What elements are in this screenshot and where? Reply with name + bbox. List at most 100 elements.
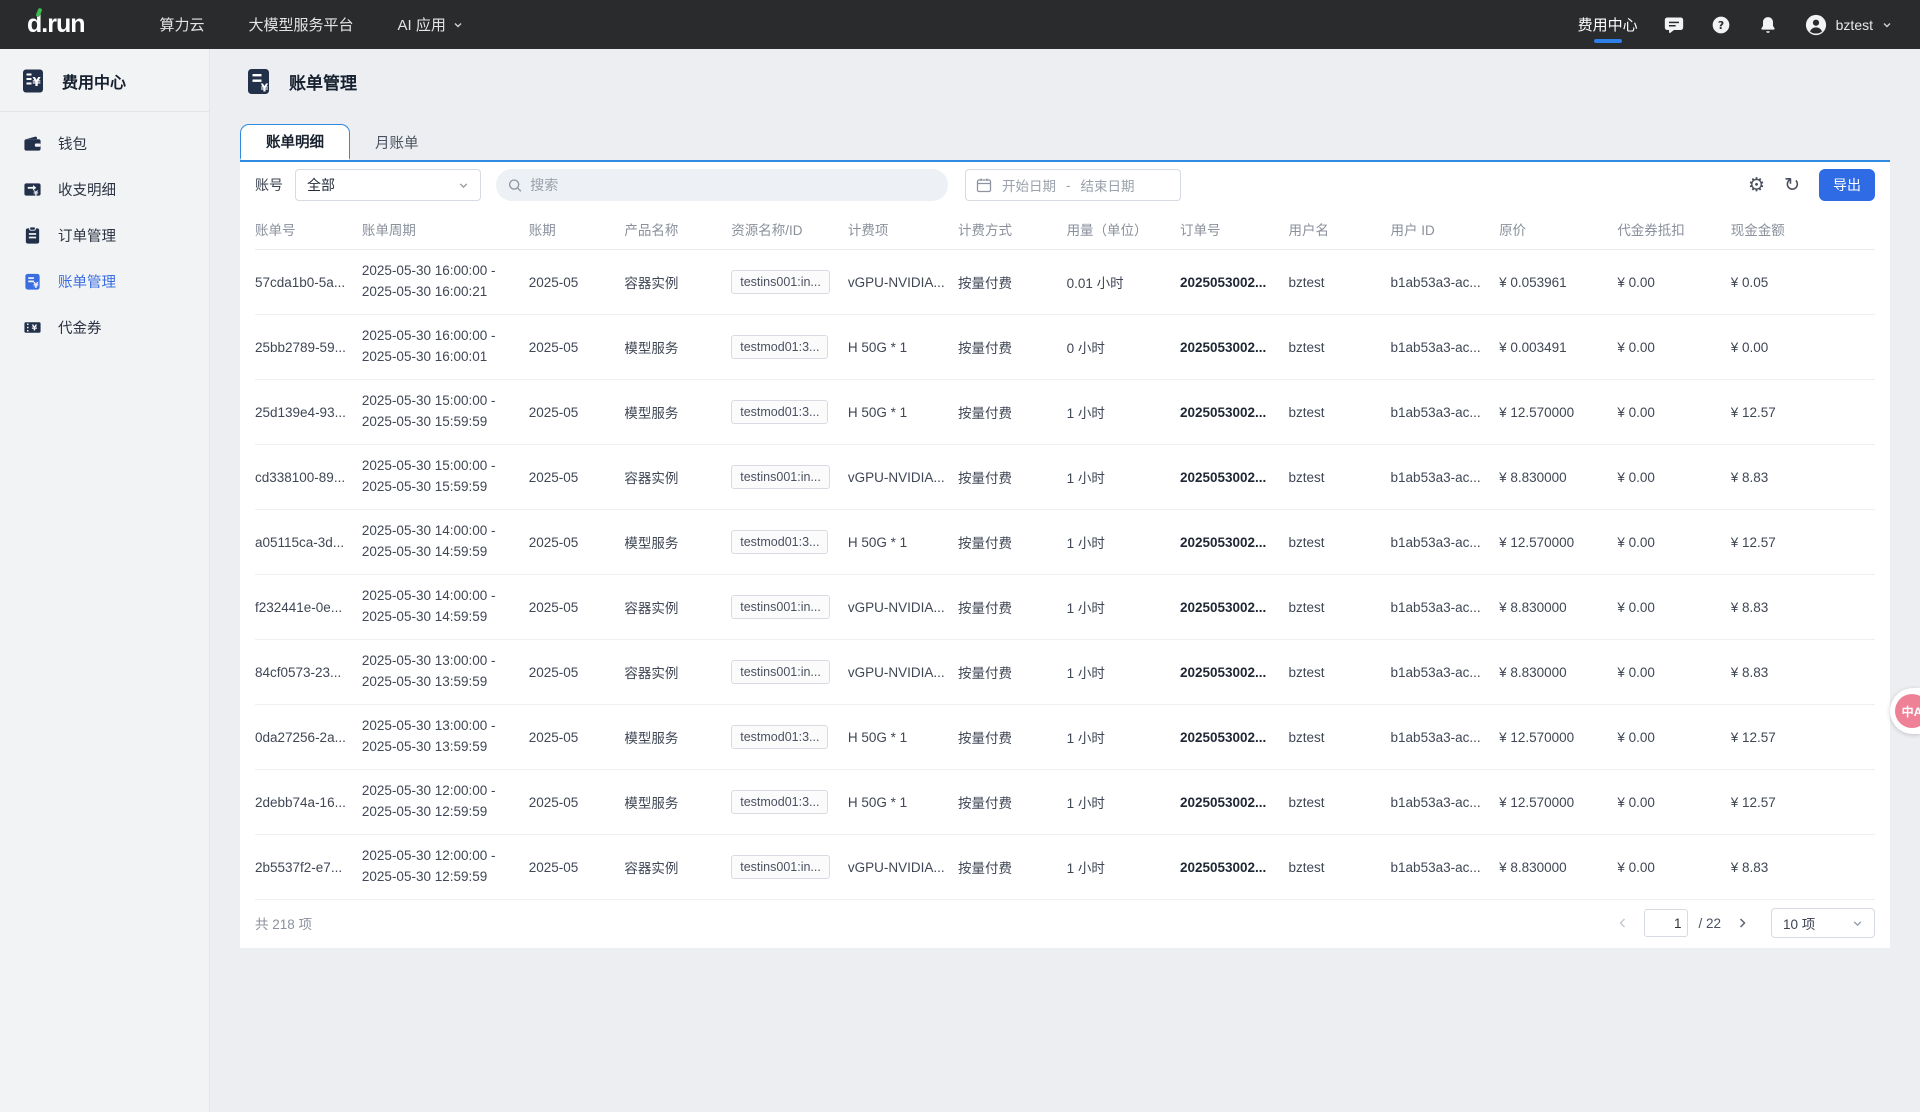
nav-item-compute-cloud[interactable]: 算力云 bbox=[160, 14, 205, 35]
logo[interactable]: d.run bbox=[27, 10, 85, 39]
cell-usage: 1 小时 bbox=[1067, 402, 1180, 422]
cell-usage: 1 小时 bbox=[1067, 662, 1180, 682]
billing-table: 账单号账单周期账期产品名称资源名称/ID计费项计费方式用量（单位）订单号用户名用… bbox=[240, 208, 1890, 900]
cell-product-name: 容器实例 bbox=[624, 467, 731, 487]
search-icon bbox=[508, 178, 522, 193]
chevron-down-icon bbox=[458, 180, 469, 191]
translate-button[interactable]: 中A bbox=[1895, 694, 1920, 728]
cell-username: bztest bbox=[1288, 795, 1390, 810]
cell-usage: 1 小时 bbox=[1067, 597, 1180, 617]
nav-menu: 算力云 大模型服务平台 AI 应用 bbox=[160, 14, 463, 35]
resource-tag: testins001:in... bbox=[731, 855, 830, 879]
nav-link-cost-center[interactable]: 费用中心 bbox=[1578, 0, 1638, 49]
column-header: 代金券抵扣 bbox=[1617, 219, 1730, 239]
resource-tag: testins001:in... bbox=[731, 595, 830, 619]
top-nav: d.run 算力云 大模型服务平台 AI 应用 费用中心 ? bztest bbox=[0, 0, 1920, 49]
table-row: f232441e-0e... 2025-05-30 14:00:00 - 202… bbox=[255, 575, 1875, 640]
tab-monthly-bills[interactable]: 月账单 bbox=[350, 124, 444, 160]
date-range-picker[interactable]: 开始日期 - 结束日期 bbox=[965, 169, 1181, 201]
cell-username: bztest bbox=[1288, 275, 1390, 290]
page-size-select[interactable]: 10 项 bbox=[1771, 908, 1875, 938]
period-end: 2025-05-30 13:59:59 bbox=[362, 737, 519, 758]
column-header: 用户 ID bbox=[1391, 219, 1500, 239]
page-total: / 22 bbox=[1698, 916, 1721, 931]
cell-user-id: b1ab53a3-ac... bbox=[1391, 665, 1500, 680]
page-input[interactable] bbox=[1644, 909, 1688, 937]
cell-bill-period: 2025-05-30 14:00:00 - 2025-05-30 14:59:5… bbox=[362, 521, 529, 563]
date-end[interactable]: 结束日期 bbox=[1081, 175, 1135, 195]
chevron-down-icon bbox=[1852, 918, 1863, 929]
nav-item-ai-apps[interactable]: AI 应用 bbox=[398, 14, 463, 35]
cell-resource: testins001:in... bbox=[731, 270, 848, 294]
cell-billing-month: 2025-05 bbox=[529, 535, 625, 550]
cell-user-id: b1ab53a3-ac... bbox=[1391, 470, 1500, 485]
page-title: 账单管理 bbox=[289, 69, 357, 94]
search-input[interactable] bbox=[530, 177, 936, 193]
tab-bill-details[interactable]: 账单明细 bbox=[240, 124, 350, 160]
cell-usage: 1 小时 bbox=[1067, 532, 1180, 552]
cell-order-id: 2025053002... bbox=[1180, 860, 1289, 875]
cell-billing-method: 按量付费 bbox=[958, 467, 1067, 487]
period-end: 2025-05-30 12:59:59 bbox=[362, 867, 519, 888]
bell-icon[interactable] bbox=[1758, 14, 1779, 35]
nav-right: 费用中心 ? bztest bbox=[1578, 0, 1892, 49]
sidebar-item-vouchers[interactable]: ¥ 代金券 bbox=[0, 304, 209, 350]
cell-bill-id: 2b5537f2-e7... bbox=[255, 860, 362, 875]
table-row: 25d139e4-93... 2025-05-30 15:00:00 - 202… bbox=[255, 380, 1875, 445]
account-label: 账号 bbox=[255, 175, 283, 195]
prev-page-button[interactable] bbox=[1612, 912, 1634, 934]
cell-billing-method: 按量付费 bbox=[958, 402, 1067, 422]
column-header: 资源名称/ID bbox=[731, 219, 848, 239]
cell-resource: testmod01:3... bbox=[731, 530, 848, 554]
period-end: 2025-05-30 16:00:01 bbox=[362, 347, 519, 368]
search-box bbox=[496, 169, 948, 201]
cell-billing-item: vGPU-NVIDIA... bbox=[848, 600, 958, 615]
cell-product-name: 模型服务 bbox=[624, 727, 731, 747]
cell-voucher-deduction: ¥ 0.00 bbox=[1617, 405, 1730, 420]
cell-order-id: 2025053002... bbox=[1180, 535, 1289, 550]
cell-voucher-deduction: ¥ 0.00 bbox=[1617, 665, 1730, 680]
table-footer: 共 218 项 / 22 10 项 bbox=[240, 900, 1890, 946]
cell-bill-id: 2debb74a-16... bbox=[255, 795, 362, 810]
gear-icon[interactable]: ⚙ bbox=[1748, 176, 1765, 195]
user-menu[interactable]: bztest bbox=[1805, 14, 1892, 36]
cell-product-name: 容器实例 bbox=[624, 662, 731, 682]
cell-billing-method: 按量付费 bbox=[958, 272, 1067, 292]
sidebar-item-orders[interactable]: 订单管理 bbox=[0, 212, 209, 258]
export-button[interactable]: 导出 bbox=[1819, 169, 1875, 201]
help-icon[interactable]: ? bbox=[1711, 14, 1732, 35]
refresh-icon[interactable]: ↻ bbox=[1784, 176, 1800, 195]
cell-order-id: 2025053002... bbox=[1180, 795, 1289, 810]
nav-item-llm-platform[interactable]: 大模型服务平台 bbox=[249, 14, 354, 35]
cell-original-price: ¥ 12.570000 bbox=[1499, 535, 1617, 550]
cell-billing-item: H 50G * 1 bbox=[848, 405, 958, 420]
cell-billing-method: 按量付费 bbox=[958, 857, 1067, 877]
cell-cash-amount: ¥ 8.83 bbox=[1731, 665, 1875, 680]
date-start[interactable]: 开始日期 bbox=[1002, 175, 1056, 195]
wallet-icon bbox=[23, 134, 42, 153]
cell-usage: 0 小时 bbox=[1067, 337, 1180, 357]
account-select[interactable]: 全部 bbox=[295, 169, 481, 201]
column-header: 用量（单位） bbox=[1067, 219, 1180, 239]
sidebar-item-transactions[interactable]: ¥ 收支明细 bbox=[0, 166, 209, 212]
sidebar-item-bills[interactable]: ¥ 账单管理 bbox=[0, 258, 209, 304]
cell-voucher-deduction: ¥ 0.00 bbox=[1617, 470, 1730, 485]
cell-original-price: ¥ 0.003491 bbox=[1499, 340, 1617, 355]
sidebar-item-wallet[interactable]: 钱包 bbox=[0, 120, 209, 166]
cell-billing-method: 按量付费 bbox=[958, 532, 1067, 552]
next-page-button[interactable] bbox=[1731, 912, 1753, 934]
cell-billing-month: 2025-05 bbox=[529, 795, 625, 810]
cell-bill-period: 2025-05-30 12:00:00 - 2025-05-30 12:59:5… bbox=[362, 846, 529, 888]
chat-icon[interactable] bbox=[1664, 14, 1685, 35]
cell-order-id: 2025053002... bbox=[1180, 470, 1289, 485]
cell-billing-month: 2025-05 bbox=[529, 275, 625, 290]
cell-bill-id: f232441e-0e... bbox=[255, 600, 362, 615]
account-select-value: 全部 bbox=[307, 175, 335, 195]
cell-resource: testmod01:3... bbox=[731, 725, 848, 749]
table-row: a05115ca-3d... 2025-05-30 14:00:00 - 202… bbox=[255, 510, 1875, 575]
cell-usage: 0.01 小时 bbox=[1067, 272, 1180, 292]
cell-resource: testins001:in... bbox=[731, 855, 848, 879]
cell-voucher-deduction: ¥ 0.00 bbox=[1617, 275, 1730, 290]
cell-product-name: 容器实例 bbox=[624, 597, 731, 617]
cell-user-id: b1ab53a3-ac... bbox=[1391, 340, 1500, 355]
